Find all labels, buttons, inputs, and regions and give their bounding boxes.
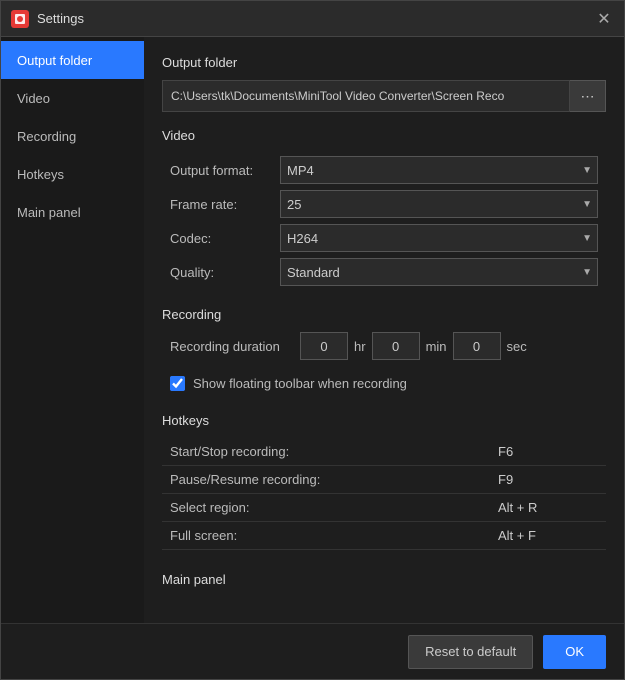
frame-rate-row: Frame rate: 25 ▼ xyxy=(162,187,606,221)
ok-button[interactable]: OK xyxy=(543,635,606,669)
codec-select[interactable]: H264 xyxy=(280,224,598,252)
toolbar-checkbox-label[interactable]: Show floating toolbar when recording xyxy=(193,376,407,391)
close-button[interactable]: ✕ xyxy=(594,9,614,29)
codec-row: Codec: H264 ▼ xyxy=(162,221,606,255)
main-panel-section: Main panel xyxy=(162,568,606,591)
output-format-label: Output format: xyxy=(170,163,280,178)
browse-icon: ⋯ xyxy=(581,88,595,105)
duration-min-input[interactable] xyxy=(372,332,420,360)
hotkey-row-pause-resume: Pause/Resume recording: F9 xyxy=(162,466,606,494)
full-screen-label: Full screen: xyxy=(170,528,498,543)
start-stop-value: F6 xyxy=(498,444,598,459)
toolbar-checkbox-row: Show floating toolbar when recording xyxy=(162,372,606,395)
hotkey-row-full-screen: Full screen: Alt + F xyxy=(162,522,606,550)
sidebar-item-label: Video xyxy=(17,91,50,106)
codec-label: Codec: xyxy=(170,231,280,246)
hotkeys-section-label: Hotkeys xyxy=(162,413,606,428)
select-region-label: Select region: xyxy=(170,500,498,515)
sidebar-item-output-folder[interactable]: Output folder xyxy=(1,41,144,79)
frame-rate-select[interactable]: 25 xyxy=(280,190,598,218)
hotkey-row-start-stop: Start/Stop recording: F6 xyxy=(162,438,606,466)
video-section: Video Output format: MP4 ▼ Frame rate: 2… xyxy=(162,128,606,289)
sidebar-item-label: Hotkeys xyxy=(17,167,64,182)
sidebar-item-recording[interactable]: Recording xyxy=(1,117,144,155)
duration-hr-input[interactable] xyxy=(300,332,348,360)
frame-rate-select-wrapper: 25 ▼ xyxy=(280,190,598,218)
output-format-select[interactable]: MP4 xyxy=(280,156,598,184)
hotkeys-section: Hotkeys Start/Stop recording: F6 Pause/R… xyxy=(162,413,606,550)
video-section-label: Video xyxy=(162,128,606,143)
sidebar-item-main-panel[interactable]: Main panel xyxy=(1,193,144,231)
pause-resume-value: F9 xyxy=(498,472,598,487)
hotkey-row-select-region: Select region: Alt + R xyxy=(162,494,606,522)
recording-duration-label: Recording duration xyxy=(170,339,300,354)
hr-unit-label: hr xyxy=(354,339,366,354)
sidebar-item-label: Output folder xyxy=(17,53,92,68)
content-panel: Output folder ⋯ Video Output format: MP4… xyxy=(144,37,624,623)
sidebar-item-label: Main panel xyxy=(17,205,81,220)
folder-path-input[interactable] xyxy=(162,80,570,112)
codec-select-wrapper: H264 ▼ xyxy=(280,224,598,252)
sec-unit-label: sec xyxy=(507,339,527,354)
toolbar-checkbox[interactable] xyxy=(170,376,185,391)
output-format-select-wrapper: MP4 ▼ xyxy=(280,156,598,184)
sidebar-item-hotkeys[interactable]: Hotkeys xyxy=(1,155,144,193)
output-folder-section-label: Output folder xyxy=(162,55,606,70)
sidebar: Output folder Video Recording Hotkeys Ma… xyxy=(1,37,144,623)
output-format-row: Output format: MP4 ▼ xyxy=(162,153,606,187)
recording-section: Recording Recording duration hr min sec … xyxy=(162,307,606,395)
recording-section-label: Recording xyxy=(162,307,606,322)
titlebar: Settings ✕ xyxy=(1,1,624,37)
browse-button[interactable]: ⋯ xyxy=(570,80,606,112)
main-content: Output folder Video Recording Hotkeys Ma… xyxy=(1,37,624,623)
quality-row: Quality: Standard ▼ xyxy=(162,255,606,289)
folder-row: ⋯ xyxy=(162,80,606,112)
frame-rate-label: Frame rate: xyxy=(170,197,280,212)
min-unit-label: min xyxy=(426,339,447,354)
settings-window: Settings ✕ Output folder Video Recording… xyxy=(0,0,625,680)
quality-select-wrapper: Standard ▼ xyxy=(280,258,598,286)
quality-select[interactable]: Standard xyxy=(280,258,598,286)
sidebar-item-label: Recording xyxy=(17,129,76,144)
start-stop-label: Start/Stop recording: xyxy=(170,444,498,459)
full-screen-value: Alt + F xyxy=(498,528,598,543)
quality-label: Quality: xyxy=(170,265,280,280)
footer: Reset to default OK xyxy=(1,623,624,679)
pause-resume-label: Pause/Resume recording: xyxy=(170,472,498,487)
main-panel-section-label: Main panel xyxy=(162,568,606,591)
reset-to-default-button[interactable]: Reset to default xyxy=(408,635,533,669)
window-title: Settings xyxy=(37,11,594,26)
select-region-value: Alt + R xyxy=(498,500,598,515)
duration-sec-input[interactable] xyxy=(453,332,501,360)
sidebar-item-video[interactable]: Video xyxy=(1,79,144,117)
recording-duration-row: Recording duration hr min sec xyxy=(162,332,606,360)
app-icon xyxy=(11,10,29,28)
